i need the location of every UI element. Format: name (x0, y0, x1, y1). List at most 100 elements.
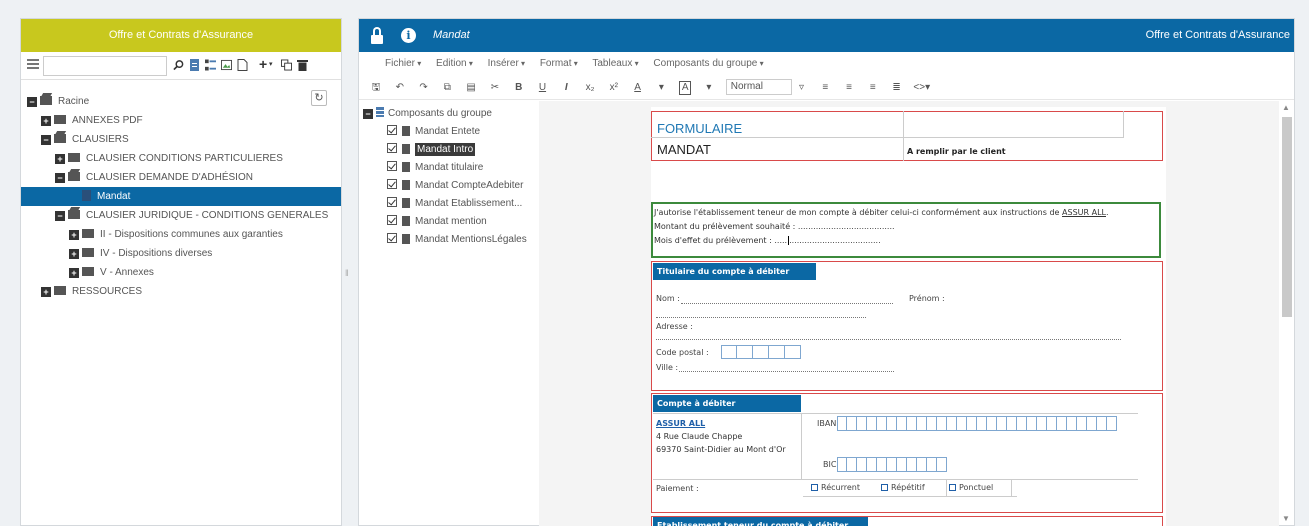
copy-icon[interactable]: ⧉ (440, 76, 454, 100)
component-item[interactable]: Mandat MentionsLégales (363, 231, 533, 249)
intro-block[interactable]: J'autorise l'établissement teneur de mon… (651, 202, 1161, 258)
component-item[interactable]: Mandat Intro (363, 141, 533, 159)
expand-icon[interactable]: + (41, 116, 51, 126)
option-recurrent[interactable]: Récurrent (811, 483, 860, 492)
iban-cells[interactable] (837, 416, 1117, 431)
checkbox-checked-icon[interactable] (387, 197, 397, 207)
menu-fichier[interactable]: Fichier (385, 58, 421, 69)
align-center-icon[interactable]: ≡ (842, 76, 856, 100)
scrollbar-thumb[interactable] (1282, 117, 1292, 317)
compte-top-line (653, 413, 1138, 414)
component-item[interactable]: Mandat CompteAdebiter (363, 177, 533, 195)
checkbox-checked-icon[interactable] (387, 161, 397, 171)
checkbox-ponctuel[interactable] (949, 484, 956, 491)
chevron-down-icon[interactable]: ▾ (269, 60, 273, 72)
collapse-icon[interactable]: − (363, 109, 373, 119)
style-dropdown-icon[interactable]: ▿ (795, 76, 809, 100)
document-icon (402, 180, 410, 190)
checkbox-repetitif[interactable] (881, 484, 888, 491)
subscript-icon[interactable]: x₂ (583, 76, 597, 100)
checkbox-checked-icon[interactable] (387, 143, 397, 153)
menu-composants[interactable]: Composants du groupe (653, 58, 763, 69)
expand-icon[interactable]: + (55, 154, 65, 164)
tree-node[interactable]: + ANNEXES PDF (21, 111, 341, 130)
bold-icon[interactable]: B (512, 76, 526, 100)
superscript-icon[interactable]: x² (607, 76, 621, 100)
align-right-icon[interactable]: ≡ (866, 76, 880, 100)
page-icon[interactable] (237, 59, 248, 71)
tree-panel: Offre et Contrats d'Assurance + ▾ ↻ − Rac… (20, 18, 342, 526)
tree-node[interactable]: + IV - Dispositions diverses (21, 244, 341, 263)
component-item[interactable]: Mandat titulaire (363, 159, 533, 177)
folder-open-icon (68, 172, 80, 181)
component-item[interactable]: Mandat Etablissement... (363, 195, 533, 213)
unlock-icon[interactable] (371, 27, 383, 44)
tree-node-label: CLAUSIER JURIDIQUE - CONDITIONS GENERALE… (86, 210, 329, 221)
collapse-icon[interactable]: − (55, 211, 65, 221)
expand-icon[interactable]: + (69, 268, 79, 278)
option-repetitif[interactable]: Répétitif (881, 483, 925, 492)
align-justify-icon[interactable]: ≣ (890, 76, 904, 100)
bic-cells[interactable] (837, 457, 947, 472)
tree-node[interactable]: − Racine (21, 92, 341, 111)
collapse-icon[interactable]: − (41, 135, 51, 145)
source-code-icon[interactable]: <>▾ (913, 76, 930, 100)
redo-icon[interactable]: ↷ (417, 76, 431, 100)
expand-icon[interactable]: + (41, 287, 51, 297)
search-icon[interactable] (173, 59, 184, 71)
bic-label: BIC (823, 460, 837, 469)
checkbox-checked-icon[interactable] (387, 179, 397, 189)
background-color-dropdown-icon[interactable]: ▾ (702, 76, 716, 100)
cut-icon[interactable]: ✂ (488, 76, 502, 100)
checkbox-recurrent[interactable] (811, 484, 818, 491)
text-color-dropdown-icon[interactable]: ▾ (654, 76, 668, 100)
menu-tableaux[interactable]: Tableaux (592, 58, 638, 69)
menu-edition[interactable]: Edition (436, 58, 473, 69)
editor-scrollbar[interactable]: ▲ ▼ (1278, 103, 1292, 523)
trash-icon[interactable] (297, 59, 308, 71)
menu-inserer[interactable]: Insérer (488, 58, 525, 69)
align-left-icon[interactable]: ≡ (818, 76, 832, 100)
checkbox-checked-icon[interactable] (387, 233, 397, 243)
scroll-up-icon[interactable]: ▲ (1282, 103, 1290, 112)
tree-node[interactable]: − CLAUSIERS (21, 130, 341, 149)
component-label: Mandat MentionsLégales (415, 234, 527, 245)
group-list-icon[interactable] (205, 59, 216, 71)
paragraph-style-select[interactable]: Normal (725, 79, 792, 96)
panel-splitter-handle[interactable]: ‖ (345, 268, 349, 278)
tree-node[interactable]: + RESSOURCES (21, 282, 341, 301)
checkbox-checked-icon[interactable] (387, 215, 397, 225)
text-color-icon[interactable]: A (631, 76, 645, 100)
save-icon[interactable]: 🖫 (369, 76, 383, 100)
underline-icon[interactable]: U (535, 76, 549, 100)
tree-node[interactable]: + V - Annexes (21, 263, 341, 282)
undo-icon[interactable]: ↶ (393, 76, 407, 100)
checkbox-checked-icon[interactable] (387, 125, 397, 135)
component-item[interactable]: Mandat mention (363, 213, 533, 231)
menu-format[interactable]: Format (540, 58, 578, 69)
scroll-down-icon[interactable]: ▼ (1282, 514, 1290, 523)
search-input[interactable] (43, 56, 167, 76)
info-icon[interactable]: i (401, 28, 416, 43)
copy-icon[interactable] (281, 59, 292, 71)
tree-node[interactable]: Mandat (21, 187, 341, 206)
paste-icon[interactable]: ▤ (464, 76, 478, 100)
collapse-icon[interactable]: − (27, 97, 37, 107)
add-icon[interactable]: + (259, 56, 267, 72)
document-page[interactable]: FORMULAIRE MANDAT A remplir par le clien… (651, 107, 1166, 526)
tree-node[interactable]: − CLAUSIER DEMANDE D'ADHÉSION (21, 168, 341, 187)
italic-icon[interactable]: I (559, 76, 573, 100)
tree-node[interactable]: − CLAUSIER JURIDIQUE - CONDITIONS GENERAL… (21, 206, 341, 225)
background-color-icon[interactable]: A (678, 76, 692, 100)
expand-icon[interactable]: + (69, 249, 79, 259)
component-item[interactable]: Mandat Entete (363, 123, 533, 141)
expand-icon[interactable]: + (69, 230, 79, 240)
tree-node[interactable]: + CLAUSIER CONDITIONS PARTICULIERES (21, 149, 341, 168)
list-view-icon[interactable] (27, 59, 39, 71)
tree-node[interactable]: + II - Dispositions communes aux garantie… (21, 225, 341, 244)
option-ponctuel[interactable]: Ponctuel (949, 483, 993, 492)
collapse-icon[interactable]: − (55, 173, 65, 183)
cp-cells[interactable] (721, 345, 801, 359)
image-icon[interactable] (221, 59, 232, 71)
document-icon[interactable] (189, 59, 200, 71)
